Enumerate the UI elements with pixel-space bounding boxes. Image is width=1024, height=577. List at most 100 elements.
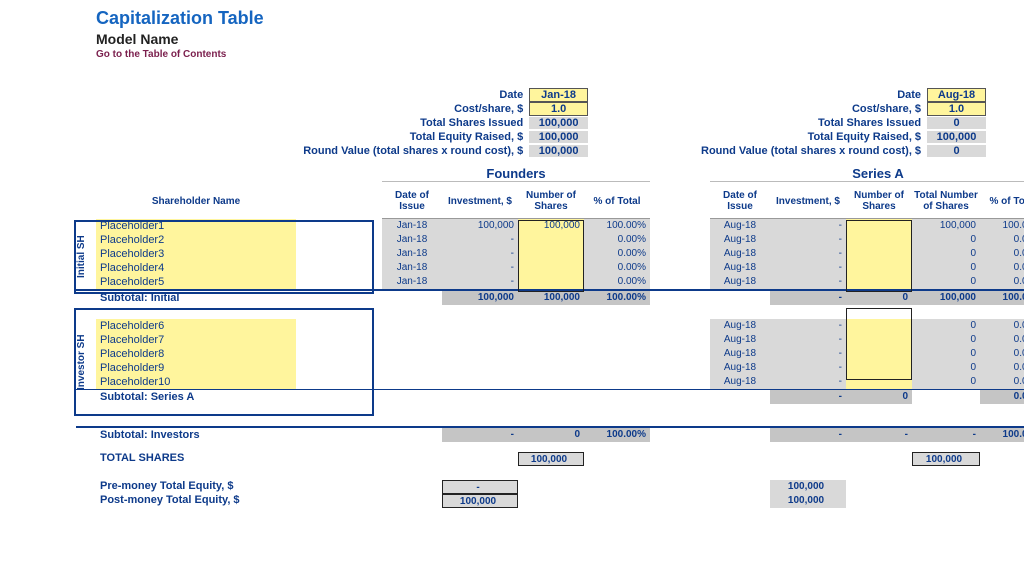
a-total-shares: 0 xyxy=(912,233,980,247)
post-money-f: 100,000 xyxy=(442,494,518,508)
a-shares[interactable] xyxy=(846,247,912,261)
a-date: Aug-18 xyxy=(710,261,770,275)
group-initial: Initial SH xyxy=(76,222,87,292)
a-shares[interactable] xyxy=(846,333,912,347)
founders-cost[interactable]: 1.0 xyxy=(529,102,588,116)
founders-equity-raised: 100,000 xyxy=(529,131,588,143)
section-founders: Founders xyxy=(382,166,650,182)
page-title: Capitalization Table xyxy=(96,8,1024,29)
f-date: Jan-18 xyxy=(382,247,442,261)
a-total-shares: 0 xyxy=(912,247,980,261)
a-date: Aug-18 xyxy=(710,375,770,389)
a-total-shares: 0 xyxy=(912,261,980,275)
col-tsh-a: Total Number of Shares xyxy=(912,190,980,212)
pre-money-f: - xyxy=(442,480,518,494)
a-pct: 0.00% xyxy=(980,361,1024,375)
subtotal-inv-finv: - xyxy=(442,428,518,442)
a-pct: 100.00% xyxy=(980,219,1024,233)
label-round-value-a: Round Value (total shares x round cost),… xyxy=(648,145,927,157)
f-inv: - xyxy=(442,275,518,289)
f-pct: 0.00% xyxy=(584,275,650,289)
a-date: Aug-18 xyxy=(710,361,770,375)
f-date: Jan-18 xyxy=(382,261,442,275)
toc-link[interactable]: Go to the Table of Contents xyxy=(96,49,1024,60)
a-shares[interactable] xyxy=(846,347,912,361)
a-shares[interactable] xyxy=(846,319,912,333)
subtotal-initial-atsh: 100,000 xyxy=(912,291,980,305)
a-date: Aug-18 xyxy=(710,247,770,261)
col-date-f: Date of Issue xyxy=(382,190,442,212)
col-pct-a: % of Total xyxy=(980,196,1024,207)
f-pct: 0.00% xyxy=(584,233,650,247)
a-pct: 0.00% xyxy=(980,375,1024,389)
a-inv: - xyxy=(770,333,846,347)
col-inv-a: Investment, $ xyxy=(770,196,846,207)
f-date: Jan-18 xyxy=(382,233,442,247)
a-shares[interactable] xyxy=(846,219,912,233)
subtotal-seriesa-apct: 0.00% xyxy=(980,390,1024,404)
pre-money-a: 100,000 xyxy=(770,480,846,494)
a-shares[interactable] xyxy=(846,261,912,275)
a-total-shares: 0 xyxy=(912,361,980,375)
post-money-a: 100,000 xyxy=(770,494,846,508)
subtotal-inv-fpct: 100.00% xyxy=(584,428,650,442)
subtotal-initial-fsh: 100,000 xyxy=(518,291,584,305)
col-sh-f: Number of Shares xyxy=(518,190,584,212)
col-shareholder: Shareholder Name xyxy=(96,196,296,207)
f-inv: - xyxy=(442,261,518,275)
a-pct: 0.00% xyxy=(980,347,1024,361)
f-inv: - xyxy=(442,233,518,247)
label-round-value: Round Value (total shares x round cost),… xyxy=(300,145,529,157)
f-date: Jan-18 xyxy=(382,275,442,289)
a-total-shares: 0 xyxy=(912,347,980,361)
a-inv: - xyxy=(770,261,846,275)
a-pct: 0.00% xyxy=(980,247,1024,261)
f-pct: 0.00% xyxy=(584,247,650,261)
a-shares[interactable] xyxy=(846,233,912,247)
subtotal-inv-ainv: - xyxy=(770,428,846,442)
col-pct-f: % of Total xyxy=(584,196,650,207)
seriesa-equity-raised: 100,000 xyxy=(927,131,986,143)
f-date: Jan-18 xyxy=(382,219,442,233)
section-seriesa: Series A xyxy=(710,166,1024,182)
a-date: Aug-18 xyxy=(710,219,770,233)
model-name: Model Name xyxy=(96,31,1024,47)
a-inv: - xyxy=(770,375,846,389)
total-shares-f: 100,000 xyxy=(518,452,584,466)
label-date: Date xyxy=(300,89,529,101)
f-shares[interactable] xyxy=(518,275,584,289)
subtotal-inv-ash: - xyxy=(846,428,912,442)
label-shares-issued: Total Shares Issued xyxy=(300,117,529,129)
a-date: Aug-18 xyxy=(710,319,770,333)
subtotal-seriesa-atsh xyxy=(912,390,980,404)
f-shares[interactable] xyxy=(518,261,584,275)
a-shares[interactable] xyxy=(846,275,912,289)
label-cost-a: Cost/share, $ xyxy=(648,103,927,115)
subtotal-inv-fsh: 0 xyxy=(518,428,584,442)
a-inv: - xyxy=(770,319,846,333)
group-investor: Investor SH xyxy=(76,312,87,412)
f-shares[interactable] xyxy=(518,247,584,261)
a-total-shares: 0 xyxy=(912,319,980,333)
seriesa-round-value: 0 xyxy=(927,145,986,157)
a-shares[interactable] xyxy=(846,361,912,375)
a-inv: - xyxy=(770,275,846,289)
a-inv: - xyxy=(770,347,846,361)
pre-money-label: Pre-money Total Equity, $ xyxy=(96,480,296,494)
seriesa-cost[interactable]: 1.0 xyxy=(927,102,986,116)
a-total-shares: 0 xyxy=(912,275,980,289)
col-sh-a: Number of Shares xyxy=(846,190,912,212)
f-shares[interactable] xyxy=(518,233,584,247)
founders-date[interactable]: Jan-18 xyxy=(529,88,588,102)
f-pct: 0.00% xyxy=(584,261,650,275)
label-cost: Cost/share, $ xyxy=(300,103,529,115)
f-shares[interactable]: 100,000 xyxy=(518,219,584,233)
label-equity-raised-a: Total Equity Raised, $ xyxy=(648,131,927,143)
total-shares-a: 100,000 xyxy=(912,452,980,466)
a-total-shares: 0 xyxy=(912,333,980,347)
a-pct: 0.00% xyxy=(980,275,1024,289)
a-pct: 0.00% xyxy=(980,261,1024,275)
a-shares[interactable] xyxy=(846,375,912,389)
seriesa-date[interactable]: Aug-18 xyxy=(927,88,986,102)
a-date: Aug-18 xyxy=(710,333,770,347)
